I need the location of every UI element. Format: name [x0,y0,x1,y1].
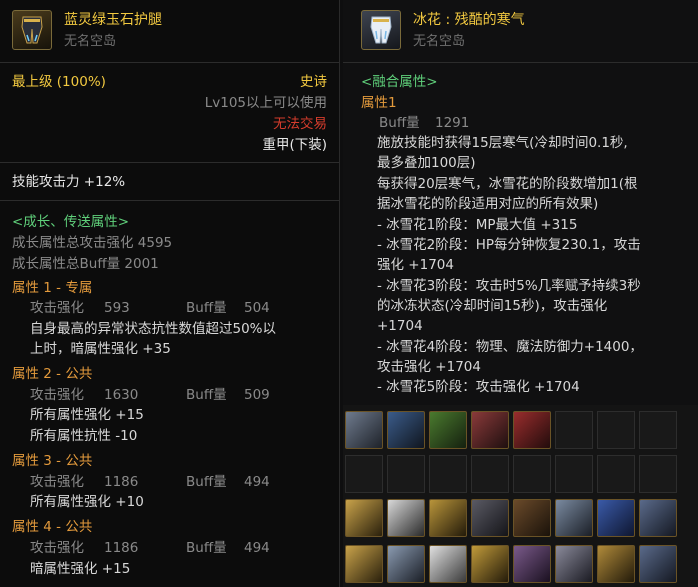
attr-1-buff-value: 504 [244,300,270,316]
attr-3-title: 属性 3 - 公共 [12,453,93,469]
greaves-icon [12,10,52,50]
growth-buff-total: 成长属性总Buff量 2001 [12,256,159,272]
attr-2-buff-label: Buff量 [186,387,227,403]
attr-4-line: 暗属性强化 +15 [30,561,131,577]
attr-1-line: 上时，暗属性强化 +35 [30,341,171,357]
fusion-line: 施放技能时获得15层寒气(冷却时间0.1秒, [377,135,628,151]
attr-2-buff-value: 509 [244,387,270,403]
item-name: 蓝灵绿玉石护腿 [64,12,162,28]
inventory-item-icon[interactable] [597,545,635,583]
attr-2-atk-label: 攻击强化 [30,387,84,403]
fusion-line: 的冰冻状态(冷却时间15秒)，攻击强化 [377,298,608,314]
fusion-line: 最多叠加100层) [377,155,476,171]
inventory-item-icon[interactable] [429,499,467,537]
attr-2-line: 所有属性抗性 -10 [30,428,138,444]
attr-1-title: 属性 1 - 专属 [12,280,93,296]
inventory-slot[interactable] [513,455,551,493]
attr-3-buff-label: Buff量 [186,474,227,490]
fusion-header: <融合属性> [361,74,438,90]
attr-4-atk-value: 1186 [104,540,139,556]
inventory-item-icon[interactable] [513,545,551,583]
inventory-item-icon[interactable] [471,411,509,449]
fusion-line: 强化 +1704 [377,257,454,273]
attr-1-atk-value: 593 [104,300,130,316]
fusion-attr-title: 属性1 [361,95,397,111]
slot-type: 重甲(下装) [262,137,327,153]
owner-name: 无名空岛 [64,34,117,49]
inventory-item-icon[interactable] [387,545,425,583]
inventory-item-icon[interactable] [429,545,467,583]
inventory-slot[interactable] [555,411,593,449]
inventory-slot[interactable] [429,455,467,493]
fusion-line: - 冰雪花1阶段：MP最大值 +315 [377,217,578,233]
item-name: 冰花 : 残酷的寒气 [413,12,525,28]
attr-2-line: 所有属性强化 +15 [30,407,144,423]
inventory-item-icon[interactable] [597,499,635,537]
divider [343,62,698,63]
fusion-line: - 冰雪花2阶段：HP每分钟恢复230.1，攻击 [377,237,641,253]
fusion-buff-value: 1291 [435,115,470,131]
attr-4-buff-value: 494 [244,540,270,556]
attr-3-buff-value: 494 [244,474,270,490]
inventory-slot[interactable] [597,411,635,449]
attr-2-atk-value: 1630 [104,387,139,403]
inventory-item-icon[interactable] [387,411,425,449]
divider [0,62,339,63]
inventory-item-icon[interactable] [471,545,509,583]
attr-4-atk-label: 攻击强化 [30,540,84,556]
inventory-item-icon[interactable] [471,499,509,537]
fusion-line: 每获得20层寒气，冰雪花的阶段数增加1(根 [377,176,638,192]
rarity-text: 史诗 [300,74,327,90]
ice-greaves-icon [361,10,401,50]
inventory-item-icon[interactable] [345,545,383,583]
inventory-slot[interactable] [555,455,593,493]
inventory-slot[interactable] [639,455,677,493]
attr-1-line: 自身最高的异常状态抗性数值超过50%以 [30,321,277,337]
inventory-item-icon[interactable] [387,499,425,537]
fusion-line: 据冰雪花的阶段适用对应的所有效果) [377,196,599,212]
item-tooltip-right: 冰花 : 残酷的寒气 无名空岛 <融合属性> 属性1 Buff量 1291 施放… [343,0,698,587]
inventory-slot[interactable] [387,455,425,493]
inventory-item-icon[interactable] [555,499,593,537]
inventory-slot[interactable] [597,455,635,493]
inventory-item-icon[interactable] [513,499,551,537]
skill-attack-stat: 技能攻击力 +12% [12,174,126,190]
inventory-item-icon[interactable] [345,411,383,449]
growth-attack-total: 成长属性总攻击强化 4595 [12,235,173,251]
level-requirement: Lv105以上可以使用 [204,95,327,111]
inventory-slot[interactable] [639,411,677,449]
growth-header: <成长、传送属性> [12,214,130,230]
fusion-line: - 冰雪花3阶段：攻击时5%几率赋予持续3秒 [377,278,641,294]
attr-3-atk-value: 1186 [104,474,139,490]
inventory-item-icon[interactable] [555,545,593,583]
fusion-buff-label: Buff量 [379,115,420,131]
item-tooltip-left: 蓝灵绿玉石护腿 无名空岛 最上级 (100%) 史诗 Lv105以上可以使用 无… [0,0,340,587]
attr-1-buff-label: Buff量 [186,300,227,316]
divider [0,200,339,201]
inventory-slot[interactable] [471,455,509,493]
inventory-item-icon[interactable] [513,411,551,449]
inventory-grid [343,405,698,587]
fusion-line: 攻击强化 +1704 [377,359,481,375]
inventory-slot[interactable] [345,455,383,493]
owner-name: 无名空岛 [413,34,466,49]
attr-3-atk-label: 攻击强化 [30,474,84,490]
inventory-item-icon[interactable] [639,545,677,583]
inventory-item-icon[interactable] [345,499,383,537]
inventory-item-icon[interactable] [429,411,467,449]
attr-4-title: 属性 4 - 公共 [12,519,93,535]
inventory-item-icon[interactable] [639,499,677,537]
attr-2-title: 属性 2 - 公共 [12,366,93,382]
trade-status: 无法交易 [273,116,327,132]
divider [0,162,339,163]
attr-4-buff-label: Buff量 [186,540,227,556]
fusion-line: +1704 [377,318,423,334]
fusion-line: - 冰雪花5阶段：攻击强化 +1704 [377,379,580,395]
attr-3-line: 所有属性强化 +10 [30,494,144,510]
fusion-line: - 冰雪花4阶段：物理、魔法防御力+1400， [377,339,643,355]
grade-text: 最上级 (100%) [12,74,106,90]
attr-1-atk-label: 攻击强化 [30,300,84,316]
